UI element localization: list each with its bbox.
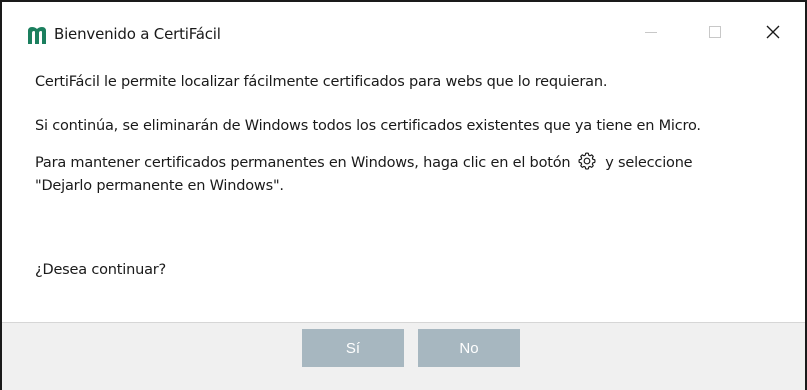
question-text: ¿Desea continuar?	[35, 262, 167, 278]
instruction-text-start: Para mantener certificados permanentes e…	[35, 155, 571, 171]
intro-text: CertiFácil le permite localizar fácilmen…	[35, 74, 608, 90]
no-button[interactable]: No	[418, 329, 520, 367]
maximize-icon	[709, 26, 721, 38]
instruction-text-end: y seleccione	[605, 155, 693, 171]
close-button[interactable]	[750, 12, 796, 52]
option-name-text: "Dejarlo permanente en Windows".	[35, 178, 284, 194]
warning-text: Si continúa, se eliminarán de Windows to…	[35, 118, 701, 134]
title-bar[interactable]: Bienvenido a CertiFácil	[2, 2, 805, 58]
maximize-button[interactable]	[692, 12, 738, 52]
minimize-button[interactable]	[628, 12, 674, 52]
dialog-window: Bienvenido a CertiFácil CertiFácil le pe…	[0, 0, 807, 390]
yes-button[interactable]: Sí	[302, 329, 404, 367]
close-icon	[766, 25, 780, 39]
minimize-icon	[645, 32, 657, 33]
gear-icon	[578, 152, 596, 170]
instruction-text: Para mantener certificados permanentes e…	[35, 151, 693, 171]
app-logo-icon	[28, 27, 46, 44]
window-title: Bienvenido a CertiFácil	[54, 25, 221, 43]
